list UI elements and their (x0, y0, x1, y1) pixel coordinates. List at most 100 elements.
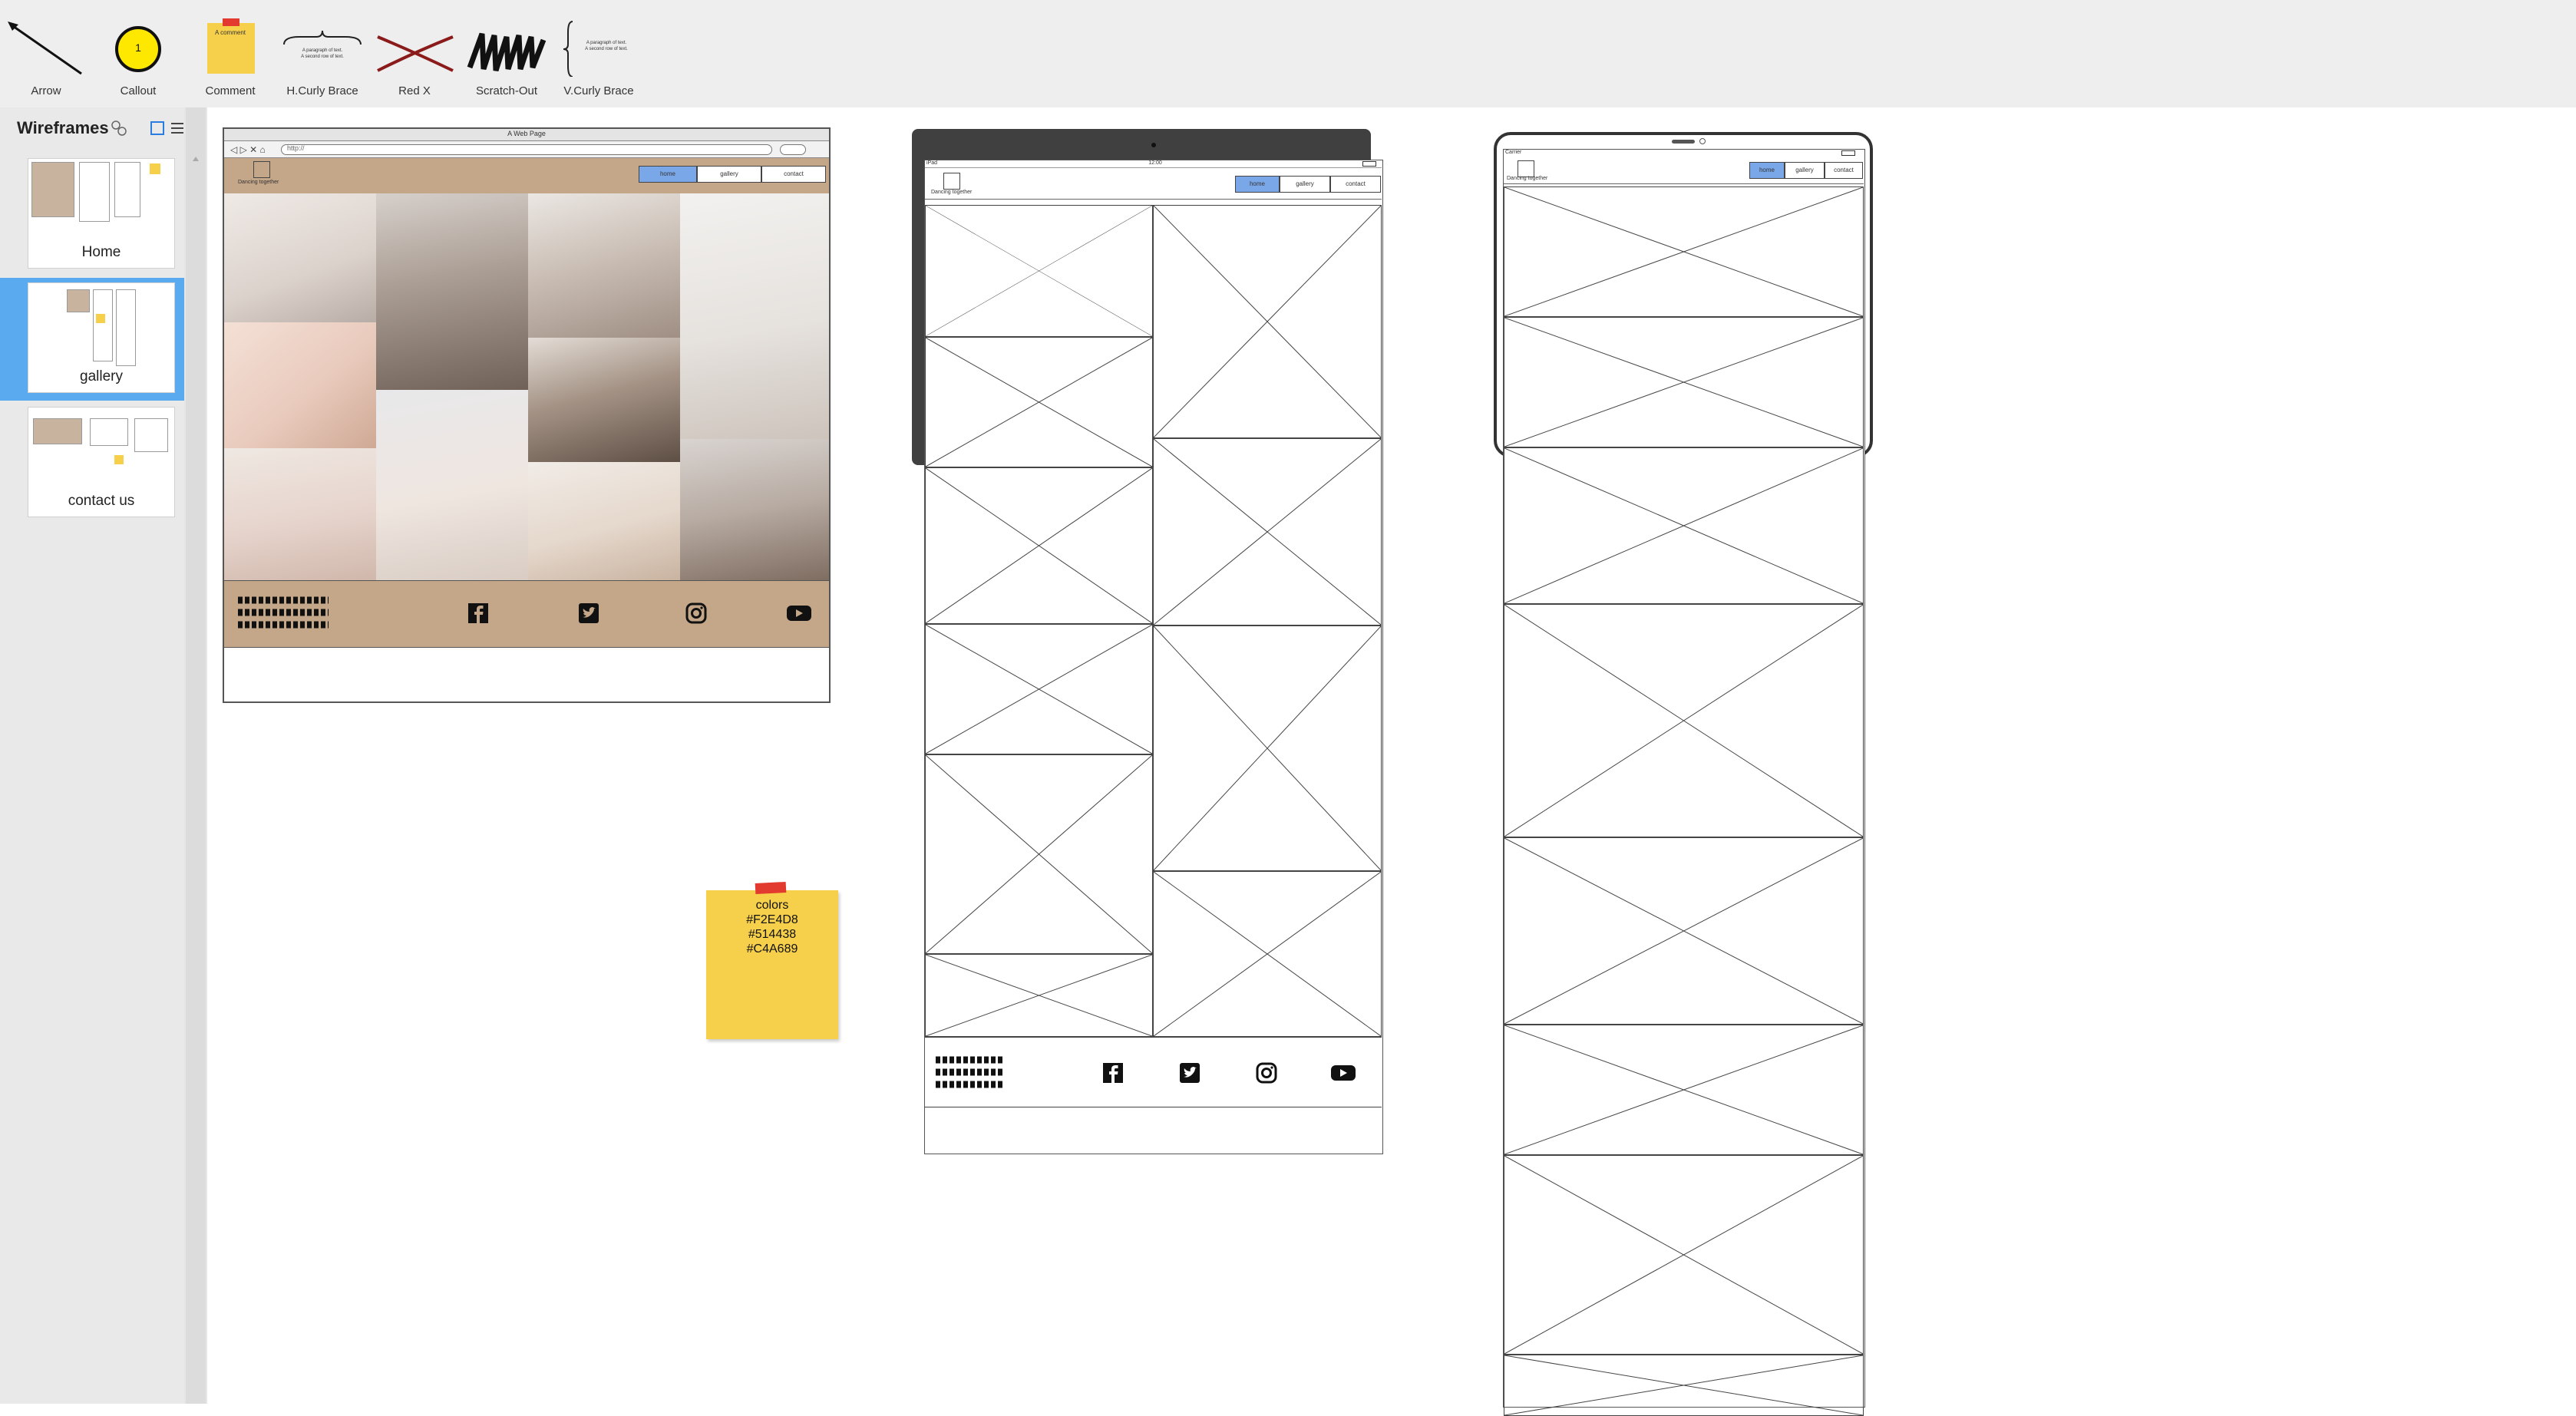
color-sticky-note[interactable]: colors #F2E4D8 #514438 #C4A689 (706, 881, 838, 1039)
sticky-line: #514438 (748, 928, 797, 941)
battery-icon (1841, 150, 1855, 156)
nav-tab-home[interactable]: home (1235, 176, 1280, 193)
search-icon[interactable] (780, 144, 806, 155)
nav-tab-gallery[interactable]: gallery (697, 166, 761, 183)
gallery-photo[interactable] (680, 439, 829, 580)
tool-v-curly-brace[interactable]: A paragraph of text. A second row of tex… (553, 8, 645, 100)
image-placeholder[interactable] (1153, 438, 1382, 625)
battery-icon (1362, 161, 1376, 167)
sticky-line: #C4A689 (746, 942, 798, 956)
image-placeholder[interactable] (1504, 1025, 1864, 1155)
gallery-photo[interactable] (224, 193, 376, 322)
image-placeholder[interactable] (1153, 625, 1382, 871)
nav-tab-home[interactable]: home (1749, 162, 1785, 179)
image-placeholder[interactable] (1504, 317, 1864, 447)
brace-text-1: A paragraph of text. (302, 48, 343, 53)
facebook-icon[interactable] (1101, 1061, 1125, 1084)
image-placeholder[interactable] (1504, 837, 1864, 1025)
instagram-icon[interactable] (685, 602, 708, 625)
logo-placeholder-icon (1518, 160, 1534, 177)
url-bar[interactable] (281, 144, 772, 155)
gallery-photo[interactable] (680, 193, 829, 439)
logo-placeholder-icon (253, 161, 270, 178)
facebook-icon[interactable] (467, 602, 490, 625)
phone-camera-icon (1699, 138, 1706, 144)
shape-toolbar: Arrow 1 Callout A comment Comment A para… (0, 0, 2576, 107)
sidebar-title: Wireframes (17, 118, 109, 137)
h-curly-brace-icon (283, 30, 362, 45)
page-label: Home (81, 244, 121, 260)
sticky-line: colors (755, 899, 789, 912)
callout-badge: 1 (135, 41, 141, 54)
image-placeholder[interactable] (1504, 1355, 1864, 1416)
logo-caption: Dancing together (1507, 176, 1548, 181)
image-placeholder[interactable] (1504, 447, 1864, 604)
sticky-line: #F2E4D8 (746, 913, 798, 926)
arrow-icon (8, 21, 82, 75)
page-label: contact us (68, 493, 135, 509)
scratch-out-icon (467, 32, 547, 72)
image-placeholder[interactable] (925, 205, 1153, 337)
image-placeholder[interactable] (1504, 186, 1864, 317)
nav-tab-home[interactable]: home (639, 166, 697, 183)
image-placeholder[interactable] (1153, 871, 1382, 1037)
status-left: iPad (926, 160, 938, 166)
nav-tab-gallery[interactable]: gallery (1785, 162, 1825, 179)
browser-nav-icons[interactable]: ◁ ▷ ✕ ⌂ (230, 144, 266, 155)
image-placeholder[interactable] (1153, 205, 1382, 438)
instagram-icon[interactable] (1255, 1061, 1278, 1084)
nav-tab-contact[interactable]: contact (761, 166, 826, 183)
design-canvas[interactable]: A Web Page ◁ ▷ ✕ ⌂ http:// Dancing toget… (207, 107, 2576, 1416)
status-left: Carrier (1505, 150, 1522, 155)
phone-screen[interactable]: Carrier Dancing together home gallery co… (1503, 149, 1865, 1416)
youtube-icon[interactable] (1330, 1061, 1356, 1084)
phone-speaker-icon (1672, 140, 1695, 144)
tablet-screen[interactable]: iPad 12:00 Dancing together home gallery… (924, 160, 1383, 1154)
url-text: http:// (287, 144, 305, 152)
image-placeholder[interactable] (925, 337, 1153, 467)
page-thumb-gallery[interactable]: gallery (0, 278, 184, 401)
wireframes-sidebar: Wireframes Home gallery contact us (0, 107, 207, 1404)
page-thumb-home[interactable]: Home (0, 153, 184, 276)
twitter-icon[interactable] (1178, 1061, 1201, 1084)
twitter-icon[interactable] (577, 602, 600, 625)
desktop-browser-frame[interactable]: A Web Page ◁ ▷ ✕ ⌂ http:// Dancing toget… (223, 127, 831, 703)
scratch-out-text-icon (238, 596, 329, 629)
image-placeholder[interactable] (925, 467, 1153, 624)
page-thumb-contact-us[interactable]: contact us (0, 402, 184, 525)
page-label: gallery (80, 368, 123, 385)
comment-icon (207, 18, 255, 74)
youtube-icon[interactable] (786, 602, 812, 625)
logo-placeholder-icon (943, 173, 960, 190)
gallery-photo[interactable] (224, 322, 376, 448)
image-placeholder[interactable] (1504, 1155, 1864, 1355)
brace-text-2: A second row of text. (585, 47, 628, 51)
image-placeholder[interactable] (925, 624, 1153, 754)
image-placeholder[interactable] (925, 754, 1153, 954)
status-time: 12:00 (1148, 160, 1162, 166)
gallery-photo[interactable] (528, 193, 680, 338)
gallery-photo[interactable] (224, 448, 376, 580)
gallery-photo[interactable] (376, 193, 528, 390)
brace-text-2: A second row of text. (301, 54, 344, 59)
sidebar-scrollbar[interactable] (186, 107, 206, 1404)
gallery-photo[interactable] (376, 390, 528, 580)
gallery-photo[interactable] (528, 462, 680, 580)
gallery-photo[interactable] (528, 338, 680, 462)
tablet-camera-icon (1151, 143, 1156, 147)
sticky-tape (755, 881, 787, 895)
nav-tab-contact[interactable]: contact (1825, 162, 1863, 179)
window-title: A Web Page (507, 130, 546, 137)
logo-caption: Dancing together (238, 180, 279, 185)
nav-tab-gallery[interactable]: gallery (1280, 176, 1330, 193)
link-icon[interactable] (111, 120, 127, 137)
nav-tab-contact[interactable]: contact (1330, 176, 1381, 193)
scratch-out-text-icon (936, 1056, 1005, 1088)
tool-label: V.Curly Brace (563, 84, 634, 97)
sidebar-panel: Wireframes Home gallery contact us (0, 107, 184, 1404)
grid-view-icon[interactable] (150, 121, 164, 135)
list-view-icon[interactable] (170, 121, 184, 135)
image-placeholder[interactable] (925, 954, 1153, 1037)
image-placeholder[interactable] (1504, 604, 1864, 837)
logo-caption: Dancing together (931, 190, 973, 195)
